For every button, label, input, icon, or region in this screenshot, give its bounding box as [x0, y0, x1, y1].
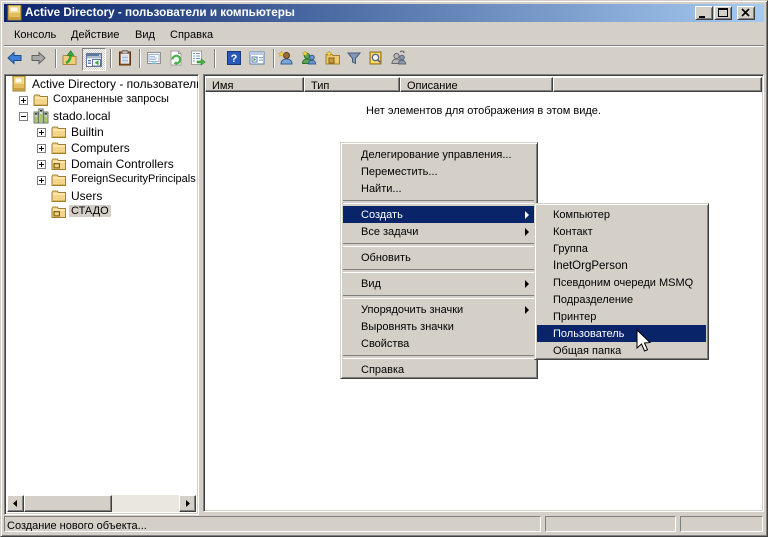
svg-text:?: ?	[231, 53, 238, 65]
